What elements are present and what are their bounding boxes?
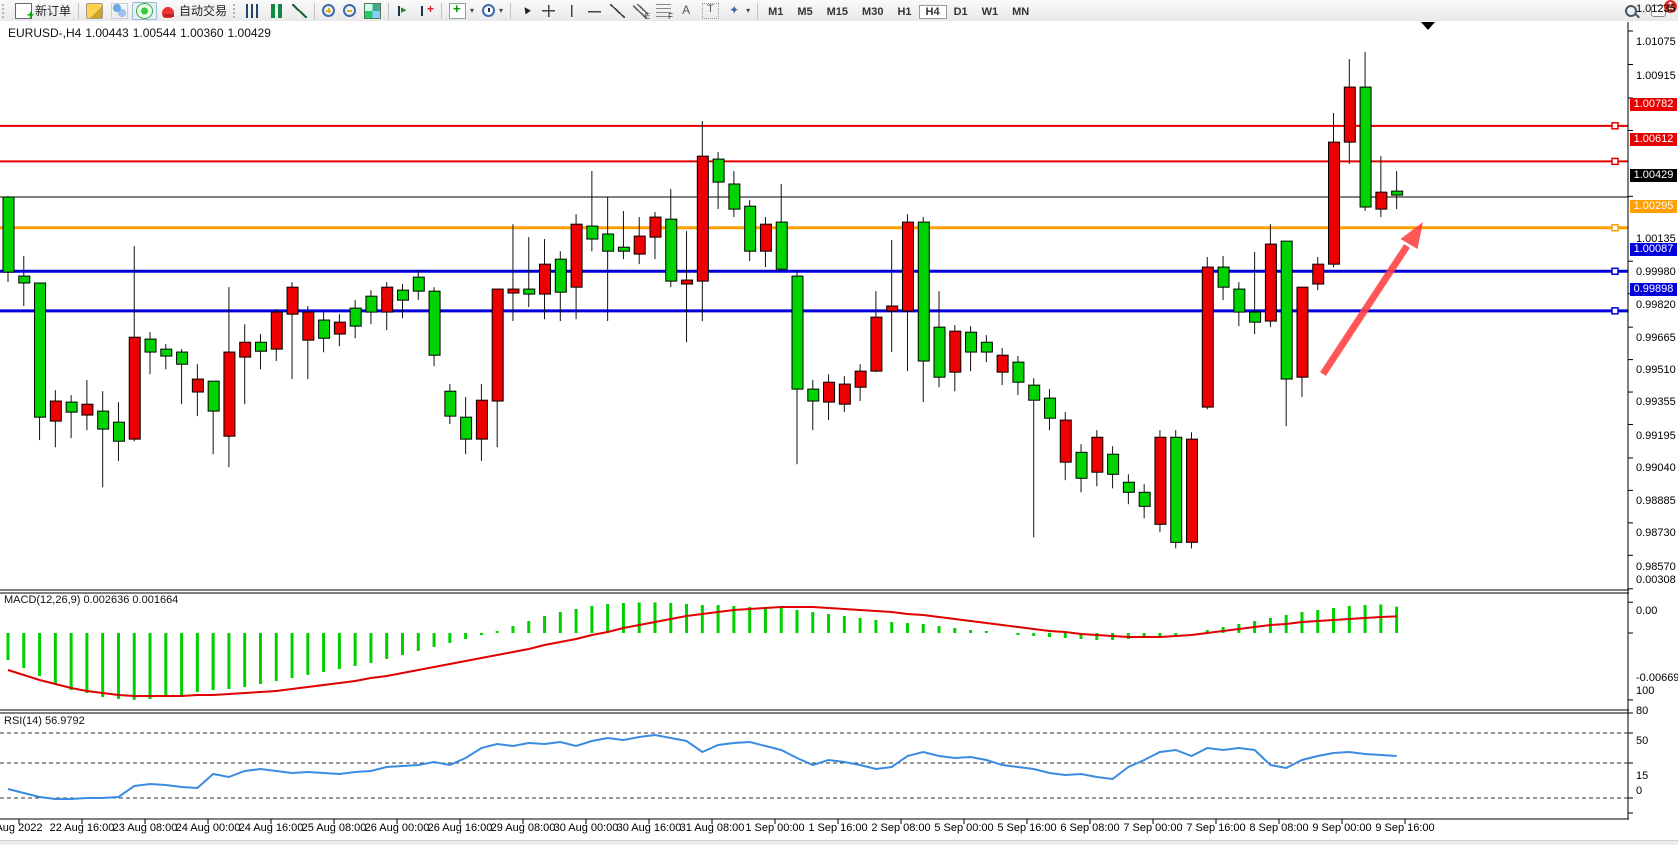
date-label: 31 Aug 08:00 — [680, 822, 745, 834]
date-label: 2 Sep 08:00 — [871, 822, 930, 834]
price-tick-label: 0.99980 — [1636, 266, 1676, 278]
date-label: 8 Sep 08:00 — [1249, 822, 1308, 834]
macd-tick-label: -0.006692 — [1636, 672, 1678, 684]
price-tick-label: 0.98570 — [1636, 561, 1676, 573]
date-label: 26 Aug 00:00 — [365, 822, 430, 834]
date-label: 23 Aug 08:00 — [113, 822, 178, 834]
price-line-badge: 1.00782 — [1630, 98, 1677, 111]
price-tick-label: 0.99820 — [1636, 299, 1676, 311]
price-tick-label: 1.01235 — [1636, 3, 1676, 15]
window-bottom-strip — [0, 840, 1678, 845]
date-label: 7 Sep 16:00 — [1186, 822, 1245, 834]
date-label: 29 Aug 08:00 — [491, 822, 556, 834]
price-tick-label: 0.99665 — [1636, 332, 1676, 344]
date-label: 26 Aug 16:00 — [428, 822, 493, 834]
price-line-badge: 0.99898 — [1630, 283, 1677, 296]
date-label: 25 Aug 08:00 — [302, 822, 367, 834]
date-label: 5 Sep 00:00 — [934, 822, 993, 834]
date-label: 24 Aug 16:00 — [239, 822, 304, 834]
price-line-badge: 1.00612 — [1630, 133, 1677, 146]
macd-tick-label: 0.00 — [1636, 605, 1657, 617]
date-label: Aug 2022 — [0, 822, 43, 834]
rsi-tick-label: 15 — [1636, 770, 1648, 782]
date-label: 30 Aug 00:00 — [554, 822, 619, 834]
price-tick-label: 0.99355 — [1636, 396, 1676, 408]
price-tick-label: 0.99195 — [1636, 430, 1676, 442]
price-tick-label: 0.99040 — [1636, 462, 1676, 474]
date-label: 7 Sep 00:00 — [1123, 822, 1182, 834]
date-label: 24 Aug 00:00 — [176, 822, 241, 834]
date-label: 9 Sep 16:00 — [1375, 822, 1434, 834]
macd-tick-label: 0.00308 — [1636, 574, 1676, 586]
mt4-window: 新订单 自动交易 ▾ ▾ ▾ M1M5M1 — [0, 0, 1678, 845]
price-tick-label: 1.00915 — [1636, 70, 1676, 82]
date-label: 9 Sep 00:00 — [1312, 822, 1371, 834]
rsi-tick-label: 100 — [1636, 685, 1654, 697]
price-line-badge: 1.00429 — [1630, 169, 1677, 182]
date-label: 30 Aug 16:00 — [617, 822, 682, 834]
price-tick-label: 0.99510 — [1636, 364, 1676, 376]
price-tick-label: 0.98730 — [1636, 527, 1676, 539]
axis-labels-layer: 1.012351.010751.009151.007601.004451.001… — [0, 0, 1678, 845]
price-line-badge: 1.00295 — [1630, 200, 1677, 213]
date-label: 5 Sep 16:00 — [997, 822, 1056, 834]
price-tick-label: 1.01075 — [1636, 36, 1676, 48]
rsi-tick-label: 0 — [1636, 785, 1642, 797]
rsi-tick-label: 80 — [1636, 705, 1648, 717]
chart-area[interactable]: EURUSD-,H41.004431.005441.003601.00429 M… — [0, 21, 1678, 845]
price-line-badge: 1.00087 — [1630, 243, 1677, 256]
date-label: 22 Aug 16:00 — [50, 822, 115, 834]
price-tick-label: 0.98885 — [1636, 495, 1676, 507]
date-label: 6 Sep 08:00 — [1060, 822, 1119, 834]
date-label: 1 Sep 00:00 — [745, 822, 804, 834]
rsi-tick-label: 50 — [1636, 735, 1648, 747]
date-label: 1 Sep 16:00 — [808, 822, 867, 834]
